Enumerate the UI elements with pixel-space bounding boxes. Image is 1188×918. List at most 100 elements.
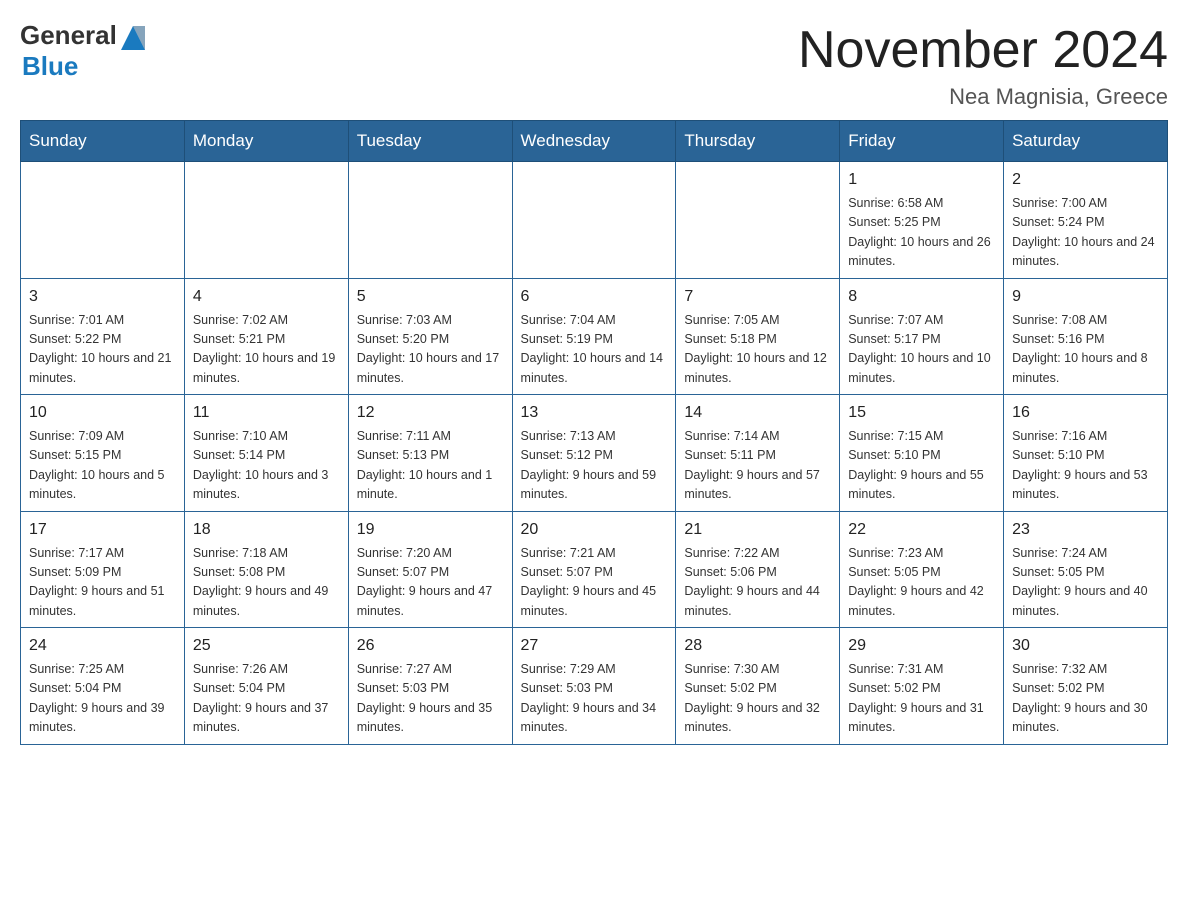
day-info: Sunrise: 7:32 AMSunset: 5:02 PMDaylight:…	[1012, 660, 1159, 738]
calendar-cell-w4-d2: 19Sunrise: 7:20 AMSunset: 5:07 PMDayligh…	[348, 511, 512, 628]
day-number: 27	[521, 634, 668, 658]
day-number: 16	[1012, 401, 1159, 425]
day-number: 20	[521, 518, 668, 542]
day-number: 9	[1012, 285, 1159, 309]
day-info: Sunrise: 7:24 AMSunset: 5:05 PMDaylight:…	[1012, 544, 1159, 622]
day-info: Sunrise: 7:31 AMSunset: 5:02 PMDaylight:…	[848, 660, 995, 738]
calendar-cell-w2-d2: 5Sunrise: 7:03 AMSunset: 5:20 PMDaylight…	[348, 278, 512, 395]
calendar-week-1: 1Sunrise: 6:58 AMSunset: 5:25 PMDaylight…	[21, 162, 1168, 279]
calendar-cell-w3-d4: 14Sunrise: 7:14 AMSunset: 5:11 PMDayligh…	[676, 395, 840, 512]
logo-blue-text: Blue	[22, 51, 78, 82]
calendar-cell-w2-d1: 4Sunrise: 7:02 AMSunset: 5:21 PMDaylight…	[184, 278, 348, 395]
page-title: November 2024	[798, 20, 1168, 80]
day-info: Sunrise: 7:23 AMSunset: 5:05 PMDaylight:…	[848, 544, 995, 622]
col-saturday: Saturday	[1004, 121, 1168, 162]
day-info: Sunrise: 7:30 AMSunset: 5:02 PMDaylight:…	[684, 660, 831, 738]
day-info: Sunrise: 6:58 AMSunset: 5:25 PMDaylight:…	[848, 194, 995, 272]
day-number: 13	[521, 401, 668, 425]
day-info: Sunrise: 7:01 AMSunset: 5:22 PMDaylight:…	[29, 311, 176, 389]
day-info: Sunrise: 7:22 AMSunset: 5:06 PMDaylight:…	[684, 544, 831, 622]
calendar-cell-w2-d4: 7Sunrise: 7:05 AMSunset: 5:18 PMDaylight…	[676, 278, 840, 395]
calendar-header-row: Sunday Monday Tuesday Wednesday Thursday…	[21, 121, 1168, 162]
calendar-week-4: 17Sunrise: 7:17 AMSunset: 5:09 PMDayligh…	[21, 511, 1168, 628]
calendar-table: Sunday Monday Tuesday Wednesday Thursday…	[20, 120, 1168, 745]
day-number: 4	[193, 285, 340, 309]
day-number: 10	[29, 401, 176, 425]
logo-general-text: General	[20, 20, 117, 51]
day-info: Sunrise: 7:07 AMSunset: 5:17 PMDaylight:…	[848, 311, 995, 389]
day-info: Sunrise: 7:26 AMSunset: 5:04 PMDaylight:…	[193, 660, 340, 738]
calendar-cell-w4-d3: 20Sunrise: 7:21 AMSunset: 5:07 PMDayligh…	[512, 511, 676, 628]
day-number: 29	[848, 634, 995, 658]
calendar-cell-w2-d0: 3Sunrise: 7:01 AMSunset: 5:22 PMDaylight…	[21, 278, 185, 395]
calendar-cell-w3-d1: 11Sunrise: 7:10 AMSunset: 5:14 PMDayligh…	[184, 395, 348, 512]
day-number: 14	[684, 401, 831, 425]
day-number: 6	[521, 285, 668, 309]
calendar-cell-w5-d5: 29Sunrise: 7:31 AMSunset: 5:02 PMDayligh…	[840, 628, 1004, 745]
day-number: 30	[1012, 634, 1159, 658]
day-info: Sunrise: 7:14 AMSunset: 5:11 PMDaylight:…	[684, 427, 831, 505]
calendar-cell-w5-d4: 28Sunrise: 7:30 AMSunset: 5:02 PMDayligh…	[676, 628, 840, 745]
calendar-cell-w5-d1: 25Sunrise: 7:26 AMSunset: 5:04 PMDayligh…	[184, 628, 348, 745]
day-info: Sunrise: 7:10 AMSunset: 5:14 PMDaylight:…	[193, 427, 340, 505]
day-number: 2	[1012, 168, 1159, 192]
day-info: Sunrise: 7:08 AMSunset: 5:16 PMDaylight:…	[1012, 311, 1159, 389]
title-block: November 2024 Nea Magnisia, Greece	[798, 20, 1168, 110]
day-info: Sunrise: 7:13 AMSunset: 5:12 PMDaylight:…	[521, 427, 668, 505]
logo-triangle-icon	[117, 22, 149, 50]
calendar-cell-w5-d6: 30Sunrise: 7:32 AMSunset: 5:02 PMDayligh…	[1004, 628, 1168, 745]
calendar-cell-w4-d4: 21Sunrise: 7:22 AMSunset: 5:06 PMDayligh…	[676, 511, 840, 628]
day-info: Sunrise: 7:16 AMSunset: 5:10 PMDaylight:…	[1012, 427, 1159, 505]
calendar-cell-w1-d1	[184, 162, 348, 279]
page-subtitle: Nea Magnisia, Greece	[798, 84, 1168, 110]
page-header: General Blue November 2024 Nea Magnisia,…	[20, 20, 1168, 110]
logo: General Blue	[20, 20, 149, 82]
day-info: Sunrise: 7:02 AMSunset: 5:21 PMDaylight:…	[193, 311, 340, 389]
calendar-cell-w3-d5: 15Sunrise: 7:15 AMSunset: 5:10 PMDayligh…	[840, 395, 1004, 512]
day-number: 5	[357, 285, 504, 309]
calendar-week-5: 24Sunrise: 7:25 AMSunset: 5:04 PMDayligh…	[21, 628, 1168, 745]
col-friday: Friday	[840, 121, 1004, 162]
calendar-cell-w2-d6: 9Sunrise: 7:08 AMSunset: 5:16 PMDaylight…	[1004, 278, 1168, 395]
day-number: 24	[29, 634, 176, 658]
day-info: Sunrise: 7:05 AMSunset: 5:18 PMDaylight:…	[684, 311, 831, 389]
day-number: 19	[357, 518, 504, 542]
day-info: Sunrise: 7:27 AMSunset: 5:03 PMDaylight:…	[357, 660, 504, 738]
day-info: Sunrise: 7:04 AMSunset: 5:19 PMDaylight:…	[521, 311, 668, 389]
calendar-cell-w4-d1: 18Sunrise: 7:18 AMSunset: 5:08 PMDayligh…	[184, 511, 348, 628]
calendar-cell-w5-d0: 24Sunrise: 7:25 AMSunset: 5:04 PMDayligh…	[21, 628, 185, 745]
calendar-week-3: 10Sunrise: 7:09 AMSunset: 5:15 PMDayligh…	[21, 395, 1168, 512]
calendar-cell-w2-d5: 8Sunrise: 7:07 AMSunset: 5:17 PMDaylight…	[840, 278, 1004, 395]
day-info: Sunrise: 7:15 AMSunset: 5:10 PMDaylight:…	[848, 427, 995, 505]
col-monday: Monday	[184, 121, 348, 162]
day-number: 26	[357, 634, 504, 658]
day-number: 3	[29, 285, 176, 309]
day-info: Sunrise: 7:00 AMSunset: 5:24 PMDaylight:…	[1012, 194, 1159, 272]
calendar-cell-w3-d6: 16Sunrise: 7:16 AMSunset: 5:10 PMDayligh…	[1004, 395, 1168, 512]
calendar-cell-w3-d0: 10Sunrise: 7:09 AMSunset: 5:15 PMDayligh…	[21, 395, 185, 512]
col-tuesday: Tuesday	[348, 121, 512, 162]
col-sunday: Sunday	[21, 121, 185, 162]
day-info: Sunrise: 7:21 AMSunset: 5:07 PMDaylight:…	[521, 544, 668, 622]
calendar-week-2: 3Sunrise: 7:01 AMSunset: 5:22 PMDaylight…	[21, 278, 1168, 395]
day-info: Sunrise: 7:17 AMSunset: 5:09 PMDaylight:…	[29, 544, 176, 622]
day-number: 23	[1012, 518, 1159, 542]
day-number: 7	[684, 285, 831, 309]
day-number: 17	[29, 518, 176, 542]
calendar-cell-w1-d6: 2Sunrise: 7:00 AMSunset: 5:24 PMDaylight…	[1004, 162, 1168, 279]
day-number: 11	[193, 401, 340, 425]
col-wednesday: Wednesday	[512, 121, 676, 162]
calendar-cell-w1-d4	[676, 162, 840, 279]
calendar-cell-w1-d5: 1Sunrise: 6:58 AMSunset: 5:25 PMDaylight…	[840, 162, 1004, 279]
day-number: 12	[357, 401, 504, 425]
day-info: Sunrise: 7:29 AMSunset: 5:03 PMDaylight:…	[521, 660, 668, 738]
day-number: 15	[848, 401, 995, 425]
day-number: 21	[684, 518, 831, 542]
col-thursday: Thursday	[676, 121, 840, 162]
day-info: Sunrise: 7:09 AMSunset: 5:15 PMDaylight:…	[29, 427, 176, 505]
day-info: Sunrise: 7:11 AMSunset: 5:13 PMDaylight:…	[357, 427, 504, 505]
day-info: Sunrise: 7:20 AMSunset: 5:07 PMDaylight:…	[357, 544, 504, 622]
calendar-cell-w2-d3: 6Sunrise: 7:04 AMSunset: 5:19 PMDaylight…	[512, 278, 676, 395]
calendar-cell-w4-d6: 23Sunrise: 7:24 AMSunset: 5:05 PMDayligh…	[1004, 511, 1168, 628]
day-number: 18	[193, 518, 340, 542]
